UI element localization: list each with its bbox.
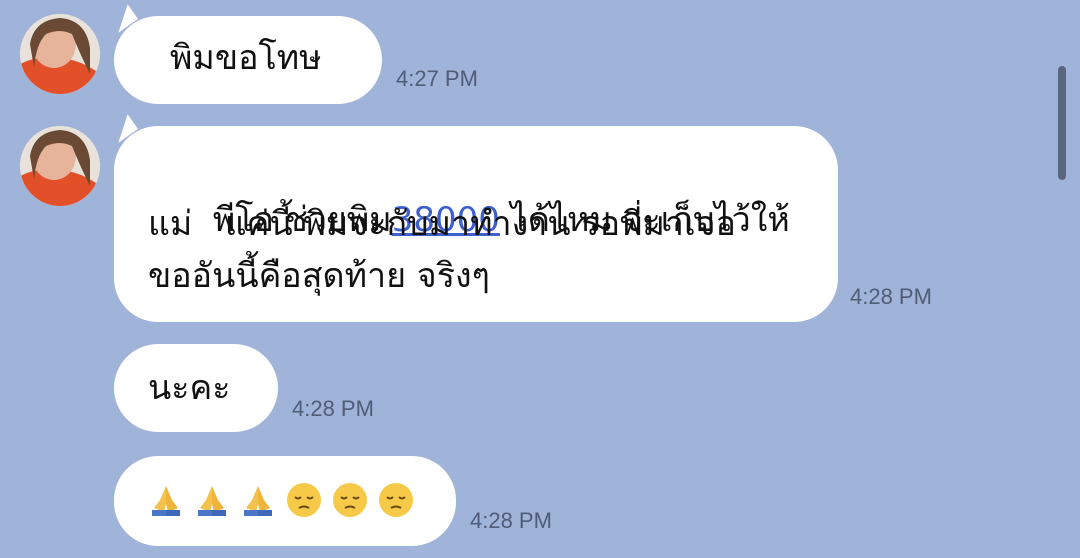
folded-hands-icon: [152, 486, 180, 516]
message-time: 4:27 PM: [396, 66, 478, 91]
message-bubble[interactable]: พิมขอโทษ: [108, 4, 382, 104]
folded-hands-icon: [198, 486, 226, 516]
bubble-tail: [108, 4, 138, 33]
sender-avatar[interactable]: [20, 14, 100, 94]
message-text: นะคะ: [148, 368, 231, 408]
emoji-row: [148, 482, 456, 518]
message-line: ขออันนี้คือสุดท้าย จริงๆ: [148, 256, 490, 296]
message-line: พีโอ ช่วยพิม38000 ได้ไหม จะเก็บไว้ให้: [148, 148, 838, 240]
pensive-face-icon: [379, 483, 413, 517]
pensive-face-icon: [333, 483, 367, 517]
sender-avatar[interactable]: [20, 126, 100, 206]
message-line: แม่ แค่นี้ พิมจะกับมาทำงาน รอพี่มาเจอ: [148, 204, 736, 244]
message-time: 4:28 PM: [850, 284, 932, 309]
message-time: 4:28 PM: [292, 396, 374, 421]
scrollbar-thumb[interactable]: [1058, 66, 1066, 180]
message-time: 4:28 PM: [470, 508, 552, 533]
bubble-tail: [108, 114, 138, 143]
message-text: พิมขอโทษ: [170, 38, 322, 78]
pensive-face-icon: [287, 483, 321, 517]
message-bubble[interactable]: [114, 456, 456, 546]
message-bubble[interactable]: พีโอ ช่วยพิม38000 ได้ไหม จะเก็บไว้ให้ แม…: [108, 114, 838, 322]
folded-hands-icon: [244, 486, 272, 516]
chat-view: พิมขอโทษ 4:27 PM พีโอ ช่วยพิม38000 ได้ไห…: [0, 0, 1080, 558]
message-bubble[interactable]: นะคะ: [114, 344, 278, 432]
